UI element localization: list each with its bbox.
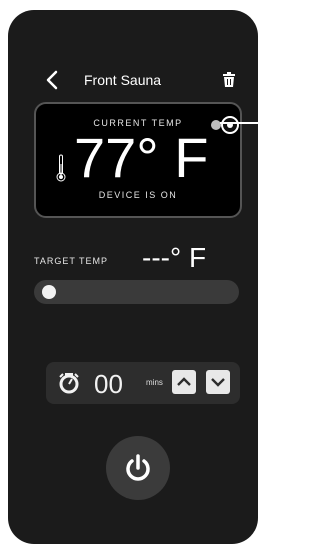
timer-icon bbox=[59, 373, 79, 394]
timer-unit: mins bbox=[146, 378, 163, 387]
thermometer-icon bbox=[56, 154, 66, 182]
trash-icon[interactable] bbox=[222, 72, 236, 88]
device-status: DEVICE IS ON bbox=[98, 190, 178, 200]
header: Front Sauna bbox=[8, 62, 258, 98]
indicator-ring-icon[interactable] bbox=[221, 116, 239, 134]
page-title: Front Sauna bbox=[84, 72, 162, 88]
chevron-up-icon bbox=[177, 377, 191, 386]
callout-line bbox=[220, 122, 258, 124]
back-chevron-icon[interactable] bbox=[42, 69, 64, 91]
target-temp-slider[interactable] bbox=[34, 280, 239, 304]
slider-thumb[interactable] bbox=[42, 285, 56, 299]
timer-increase-button[interactable] bbox=[172, 370, 196, 394]
power-button[interactable] bbox=[106, 436, 170, 500]
power-icon bbox=[126, 454, 150, 481]
timer-control: 00 mins bbox=[46, 362, 240, 404]
target-temp-label: TARGET TEMP bbox=[34, 256, 109, 266]
chevron-down-icon bbox=[211, 378, 225, 387]
timer-value: 00 bbox=[94, 369, 123, 399]
timer-decrease-button[interactable] bbox=[206, 370, 230, 394]
current-temp-value: 77° F bbox=[74, 126, 209, 189]
current-temp-panel: CURRENT TEMP 77° F DEVICE IS ON bbox=[34, 102, 242, 218]
target-temp-value: ---° F bbox=[142, 242, 207, 273]
device-screen: Front Sauna CURRENT TEMP 77° F DEVICE IS… bbox=[8, 10, 258, 544]
